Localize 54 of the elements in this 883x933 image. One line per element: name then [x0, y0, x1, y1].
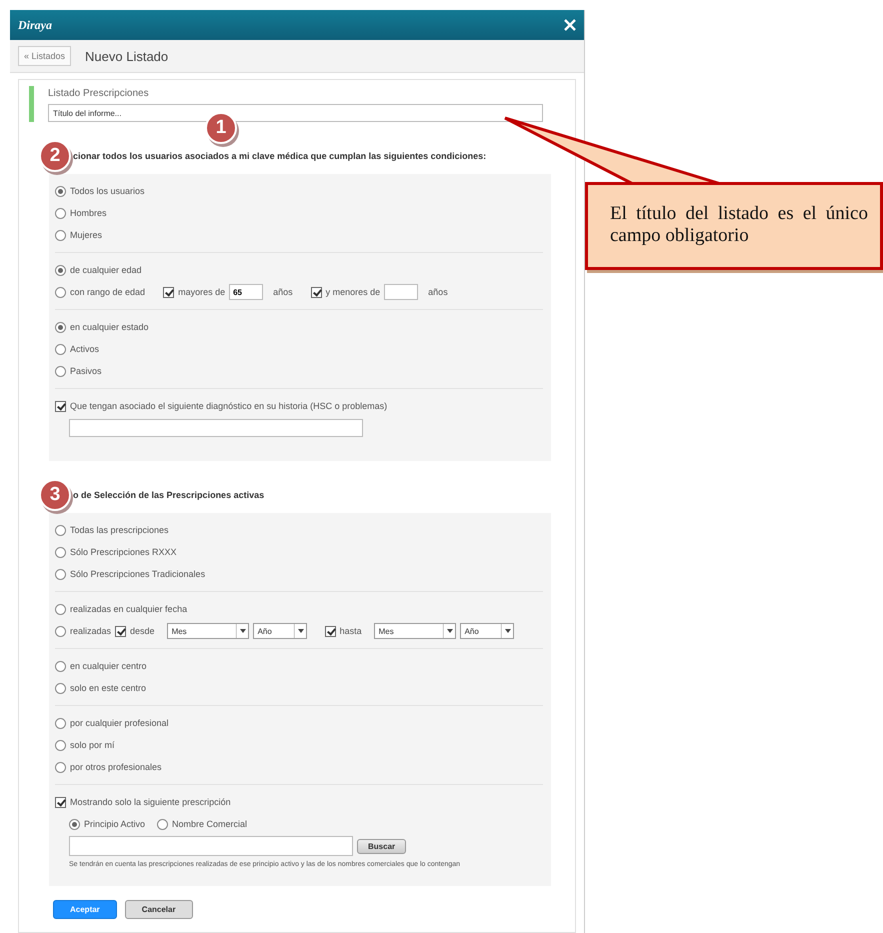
unit-label: años [273, 287, 293, 297]
search-button[interactable]: Buscar [357, 838, 406, 854]
radio-option[interactable]: Nombre Comercial [157, 818, 248, 830]
radio-option[interactable]: Todos los usuarios [55, 180, 543, 202]
diagnosis-field[interactable] [69, 419, 363, 437]
year-select[interactable]: Año [252, 623, 307, 639]
checkbox-option[interactable]: hasta [324, 626, 362, 636]
radio-option[interactable]: Mujeres [55, 224, 543, 246]
step-badge: 1 [205, 112, 237, 144]
month-select[interactable]: Mes [166, 623, 249, 639]
step-badge: 3 [39, 479, 71, 511]
checkbox-option[interactable]: Que tengan asociado el siguiente diagnóstico en su historia (HSC o problemas) [55, 395, 543, 417]
checkbox-option[interactable]: desde [115, 626, 155, 636]
drug-search-field[interactable] [69, 836, 353, 856]
close-icon[interactable] [564, 19, 576, 31]
radio-option[interactable]: Activos [55, 338, 543, 360]
checkbox-option[interactable]: Mostrando solo la siguiente prescripción [55, 791, 543, 813]
back-button[interactable]: « Listados [18, 46, 72, 66]
checkbox-option[interactable]: mayores de [163, 286, 226, 298]
radio-option[interactable]: Todas las prescripciones [55, 519, 543, 541]
callout-note: El título del listado es el único campo obligatorio [585, 182, 883, 270]
accent-bar [29, 86, 34, 122]
radio-option[interactable]: Principio Activo [69, 818, 146, 830]
app-logo: Diraya [18, 18, 52, 32]
unit-label: años [428, 287, 448, 297]
cancel-button[interactable]: Cancelar [124, 900, 193, 919]
age-field[interactable]: 65 [229, 284, 264, 300]
section-title: cionar todos los usuarios asociados a mi clave médica que cumplan las siguientes condiciones: [73, 151, 486, 161]
radio-option[interactable]: por cualquier profesional [55, 712, 543, 734]
radio-option[interactable]: en cualquier estado [55, 316, 543, 338]
dropdown-caret-icon [236, 624, 248, 638]
radio-option[interactable]: Hombres [55, 202, 543, 224]
radio-option[interactable]: de cualquier edad [55, 259, 543, 281]
radio-option[interactable]: por otros profesionales [55, 756, 543, 778]
radio-option[interactable]: Sólo Prescripciones Tradicionales [55, 563, 543, 585]
page-title: Nuevo Listado [85, 48, 168, 64]
radio-option[interactable]: en cualquier centro [55, 655, 543, 677]
section-title: o de Selección de las Prescripciones activas [73, 490, 264, 500]
dropdown-caret-icon [442, 624, 455, 638]
radio-option[interactable]: realizadas [55, 626, 112, 636]
year-select[interactable]: Año [460, 623, 514, 639]
radio-option[interactable]: solo en este centro [55, 677, 543, 699]
form-heading: Listado Prescripciones [48, 88, 150, 99]
month-select[interactable]: Mes [374, 623, 456, 639]
dropdown-caret-icon [500, 624, 513, 638]
radio-option[interactable]: con rango de edad [55, 286, 146, 298]
age-field[interactable] [384, 284, 418, 300]
radio-option[interactable]: Pasivos [55, 360, 543, 382]
dropdown-caret-icon [294, 624, 306, 638]
step-badge: 2 [39, 140, 71, 172]
radio-option[interactable]: realizadas en cualquier fecha [55, 598, 543, 620]
checkbox-option[interactable]: y menores de [310, 286, 380, 298]
radio-option[interactable]: Sólo Prescripciones RXXX [55, 541, 543, 563]
radio-option[interactable]: solo por mí [55, 734, 543, 756]
